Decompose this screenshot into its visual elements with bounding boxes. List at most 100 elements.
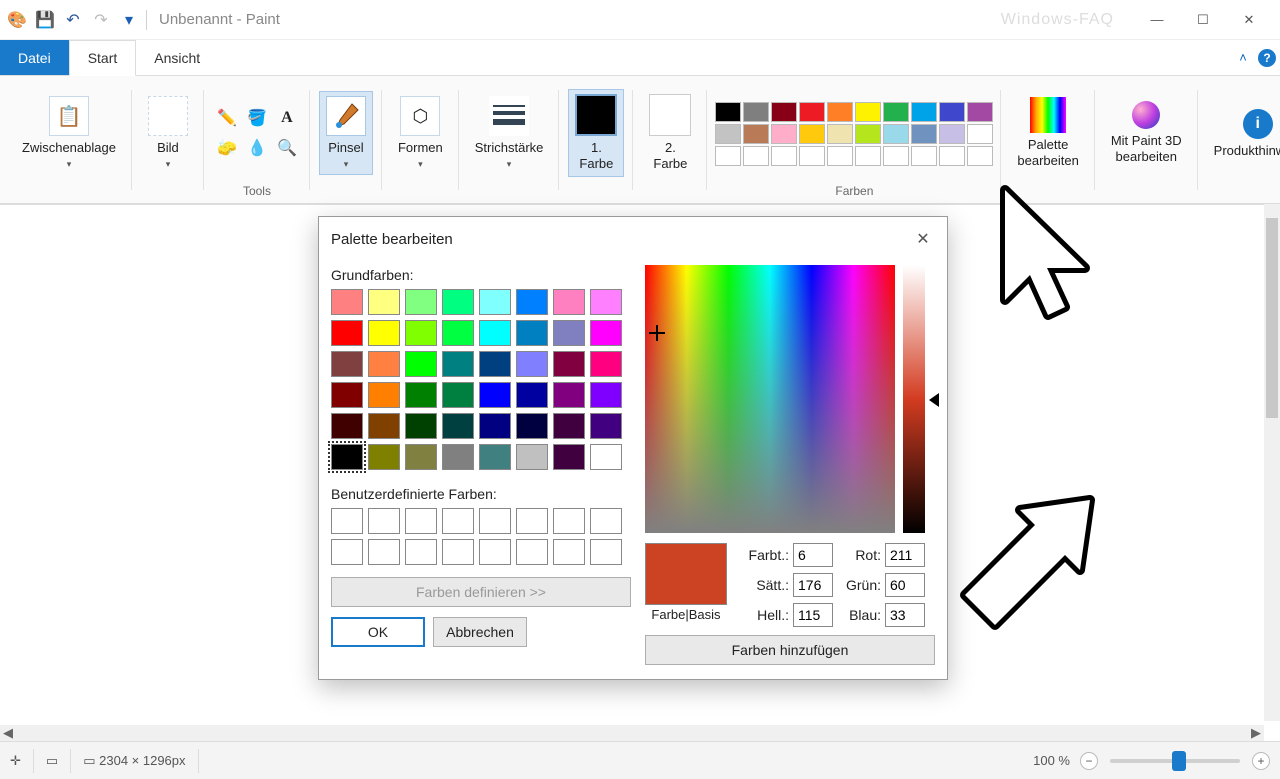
text-tool-icon[interactable]: A (274, 105, 300, 131)
hue-input[interactable] (793, 543, 833, 567)
luminance-slider[interactable] (903, 265, 925, 533)
basic-color-swatch[interactable] (479, 320, 511, 346)
scroll-left-icon[interactable]: ◀ (0, 725, 16, 741)
basic-color-swatch[interactable] (331, 382, 363, 408)
shapes-button[interactable]: ⬡ Formen ▾ (392, 92, 449, 174)
basic-color-swatch[interactable] (553, 444, 585, 470)
tab-view[interactable]: Ansicht (136, 40, 218, 75)
basic-color-swatch[interactable] (368, 320, 400, 346)
basic-color-swatch[interactable] (405, 351, 437, 377)
basic-color-swatch[interactable] (553, 382, 585, 408)
basic-color-swatch[interactable] (442, 413, 474, 439)
basic-color-swatch[interactable] (405, 320, 437, 346)
add-color-button[interactable]: Farben hinzufügen (645, 635, 935, 665)
basic-color-swatch[interactable] (368, 444, 400, 470)
basic-color-swatch[interactable] (553, 351, 585, 377)
dialog-close-button[interactable]: ✕ (911, 227, 935, 251)
custom-color-slot[interactable] (516, 539, 548, 565)
palette-swatch[interactable] (939, 146, 965, 166)
basic-color-swatch[interactable] (516, 444, 548, 470)
palette-swatch[interactable] (855, 124, 881, 144)
palette-swatch[interactable] (939, 102, 965, 122)
basic-color-swatch[interactable] (479, 444, 511, 470)
cancel-button[interactable]: Abbrechen (433, 617, 527, 647)
basic-color-swatch[interactable] (516, 351, 548, 377)
basic-color-swatch[interactable] (368, 413, 400, 439)
palette-swatch[interactable] (715, 102, 741, 122)
custom-color-slot[interactable] (331, 508, 363, 534)
basic-color-swatch[interactable] (553, 320, 585, 346)
basic-color-swatch[interactable] (368, 351, 400, 377)
color2-button[interactable]: 2. Farbe (643, 90, 697, 175)
custom-color-slot[interactable] (405, 539, 437, 565)
palette-swatch[interactable] (799, 102, 825, 122)
clipboard-button[interactable]: 📋 Zwischenablage ▾ (16, 92, 122, 174)
close-button[interactable]: ✕ (1226, 4, 1272, 36)
basic-color-swatch[interactable] (331, 289, 363, 315)
green-input[interactable] (885, 573, 925, 597)
stroke-button[interactable]: Strichstärke ▾ (469, 92, 550, 174)
lum-input[interactable] (793, 603, 833, 627)
custom-color-slot[interactable] (590, 508, 622, 534)
palette-swatch[interactable] (827, 124, 853, 144)
image-select-button[interactable]: Bild ▾ (142, 92, 194, 174)
basic-color-swatch[interactable] (516, 382, 548, 408)
palette-swatch[interactable] (911, 102, 937, 122)
basic-color-swatch[interactable] (479, 289, 511, 315)
basic-color-swatch[interactable] (516, 413, 548, 439)
palette-swatch[interactable] (743, 102, 769, 122)
custom-color-slot[interactable] (368, 539, 400, 565)
custom-color-slot[interactable] (479, 539, 511, 565)
custom-color-slot[interactable] (405, 508, 437, 534)
custom-color-slot[interactable] (553, 539, 585, 565)
color1-button[interactable]: 1. Farbe (569, 90, 623, 175)
basic-color-swatch[interactable] (442, 382, 474, 408)
color-spectrum[interactable] (645, 265, 895, 533)
basic-color-swatch[interactable] (331, 320, 363, 346)
custom-color-slot[interactable] (442, 539, 474, 565)
palette-swatch[interactable] (827, 102, 853, 122)
vertical-scrollbar[interactable] (1264, 204, 1280, 721)
palette-swatch[interactable] (967, 102, 993, 122)
custom-color-slot[interactable] (590, 539, 622, 565)
custom-color-slot[interactable] (479, 508, 511, 534)
zoom-in-button[interactable]: + (1252, 752, 1270, 770)
pencil-tool-icon[interactable]: ✏️ (214, 105, 240, 131)
palette-swatch[interactable] (855, 146, 881, 166)
horizontal-scrollbar[interactable]: ◀ ▶ (0, 725, 1264, 741)
basic-color-swatch[interactable] (516, 320, 548, 346)
undo-icon[interactable]: ↶ (64, 11, 82, 29)
custom-color-slot[interactable] (516, 508, 548, 534)
palette-swatch[interactable] (883, 102, 909, 122)
palette-swatch[interactable] (911, 146, 937, 166)
sat-input[interactable] (793, 573, 833, 597)
basic-color-swatch[interactable] (553, 289, 585, 315)
palette-swatch[interactable] (771, 102, 797, 122)
basic-color-swatch[interactable] (479, 413, 511, 439)
palette-swatch[interactable] (799, 124, 825, 144)
custom-color-slot[interactable] (331, 539, 363, 565)
palette-swatch[interactable] (743, 124, 769, 144)
scroll-right-icon[interactable]: ▶ (1248, 725, 1264, 741)
palette-swatch[interactable] (855, 102, 881, 122)
basic-color-swatch[interactable] (442, 351, 474, 377)
tab-start[interactable]: Start (69, 40, 137, 76)
basic-color-swatch[interactable] (405, 444, 437, 470)
maximize-button[interactable]: ☐ (1180, 4, 1226, 36)
qat-dropdown-icon[interactable]: ▾ (120, 11, 138, 29)
custom-color-slot[interactable] (553, 508, 585, 534)
picker-tool-icon[interactable]: 💧 (244, 135, 270, 161)
palette-swatch[interactable] (939, 124, 965, 144)
basic-color-swatch[interactable] (442, 444, 474, 470)
basic-color-swatch[interactable] (479, 382, 511, 408)
red-input[interactable] (885, 543, 925, 567)
custom-color-slot[interactable] (368, 508, 400, 534)
palette-swatch[interactable] (743, 146, 769, 166)
basic-color-swatch[interactable] (405, 289, 437, 315)
basic-color-swatch[interactable] (331, 444, 363, 470)
zoom-slider[interactable] (1110, 759, 1240, 763)
zoom-tool-icon[interactable]: 🔍 (274, 135, 300, 161)
basic-color-swatch[interactable] (368, 382, 400, 408)
palette-swatch[interactable] (967, 146, 993, 166)
palette-swatch[interactable] (799, 146, 825, 166)
